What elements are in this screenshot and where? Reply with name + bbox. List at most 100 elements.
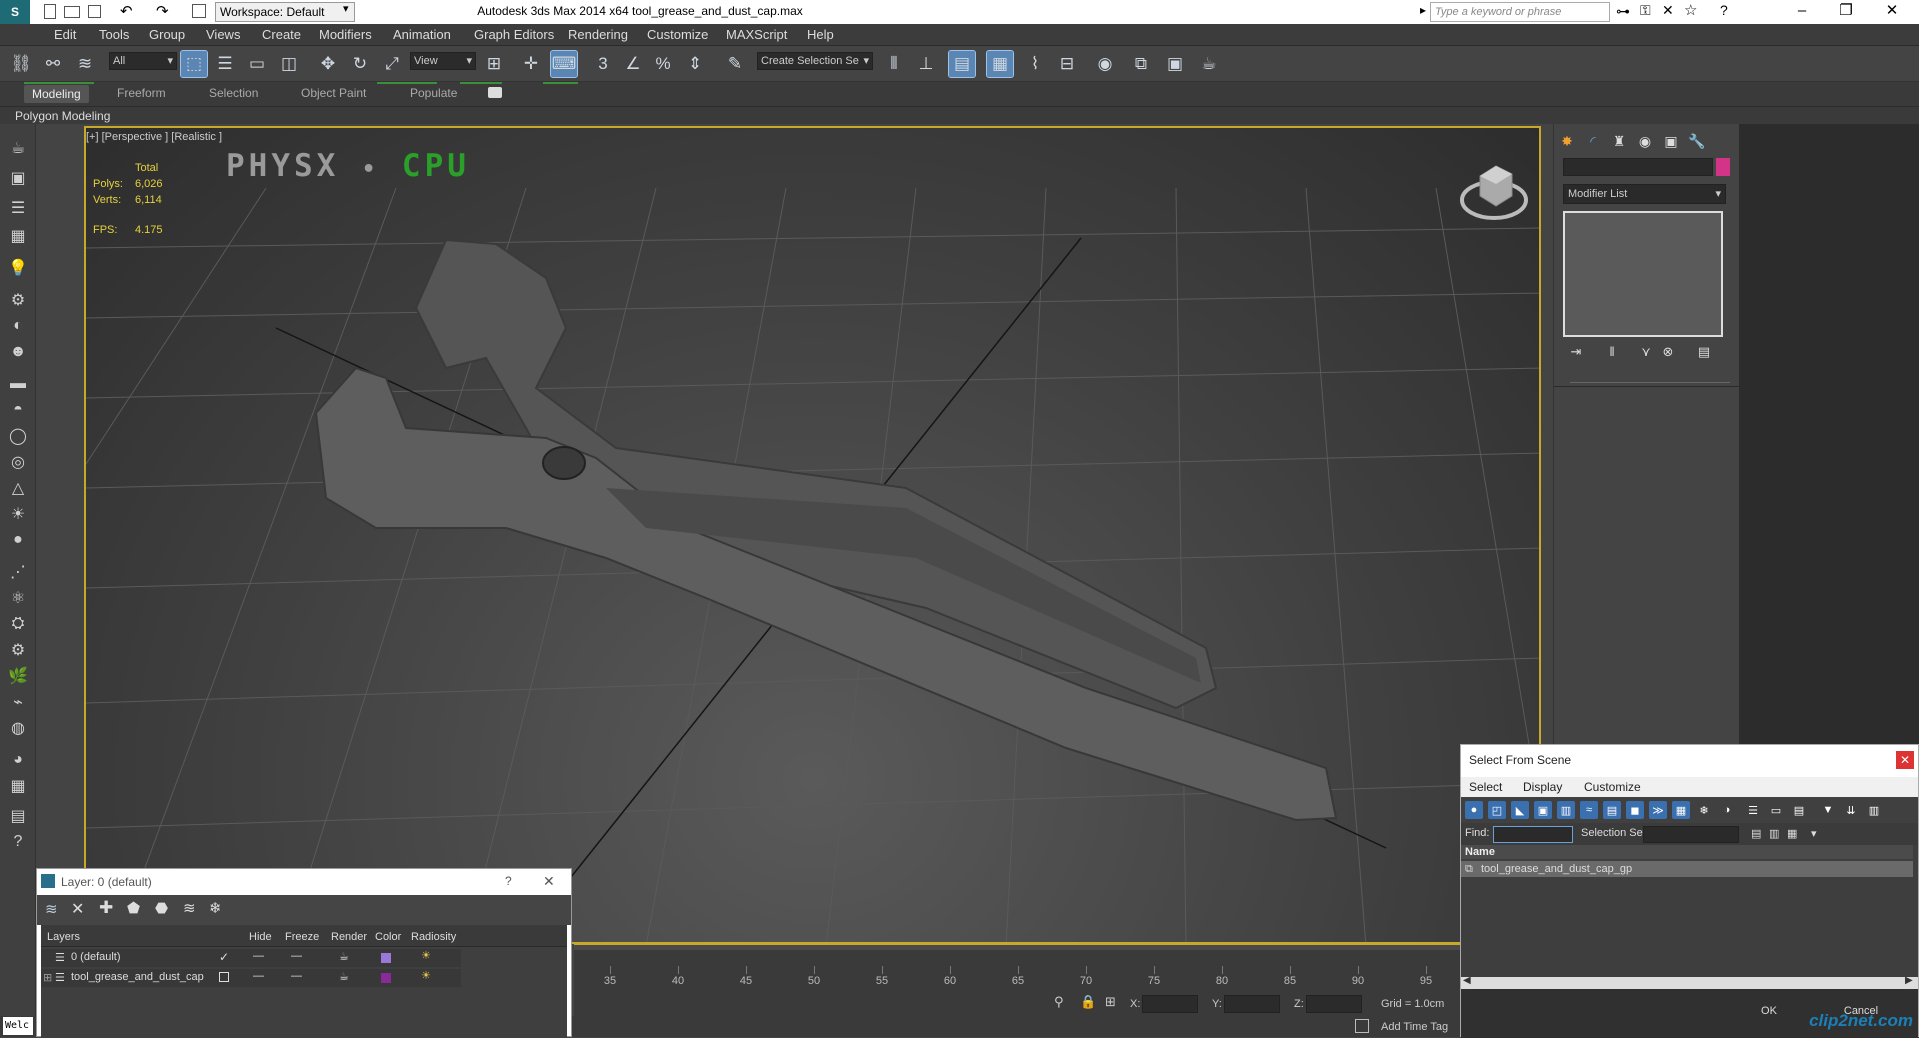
hide-all-icon[interactable]: ≋	[183, 899, 196, 917]
rect-selection-icon[interactable]: ▭	[244, 51, 270, 77]
motion-tab-icon[interactable]: ◉	[1634, 130, 1656, 152]
lock-icon[interactable]: 🔒	[1080, 994, 1096, 1010]
sphere-icon[interactable]: ◯	[6, 424, 30, 448]
render-production-icon[interactable]: ☕	[1196, 51, 1222, 77]
menu-create[interactable]: Create	[262, 27, 301, 42]
close-window-button[interactable]: ✕	[1872, 0, 1912, 24]
freeze-toggle[interactable]: —	[291, 970, 302, 982]
torus-icon[interactable]: ◎	[6, 450, 30, 474]
layer-color-swatch[interactable]	[381, 973, 391, 983]
wire-sphere-icon[interactable]: ◍	[6, 716, 30, 740]
align-icon[interactable]: ⊥	[913, 51, 939, 77]
layer-close-button[interactable]: ✕	[543, 873, 555, 890]
modifier-list-dropdown[interactable]: Modifier List	[1563, 184, 1726, 204]
time-tag-icon[interactable]	[1355, 1019, 1369, 1033]
expand-icon[interactable]: ⊞	[43, 971, 52, 984]
time-slider[interactable]	[574, 944, 1461, 950]
highlight-layer-icon[interactable]: ⬣	[155, 899, 168, 917]
radiosity-icon[interactable]: ☀	[421, 949, 431, 962]
freeze-toggle[interactable]: —	[291, 950, 302, 962]
rollout-icon[interactable]: ▣	[6, 166, 30, 190]
display-containers-icon[interactable]: ▦	[1672, 801, 1690, 819]
list-item[interactable]: ⧉ tool_grease_and_dust_cap_gp	[1461, 861, 1913, 877]
sfs-menu-customize[interactable]: Customize	[1584, 780, 1641, 794]
people-icon[interactable]: ☻	[6, 340, 30, 364]
hp-icon[interactable]: ⌁	[6, 690, 30, 714]
tab-selection[interactable]: Selection	[209, 86, 258, 100]
freeze-all-icon[interactable]: ❄	[209, 899, 222, 917]
display-bones-icon[interactable]: ≫	[1649, 801, 1667, 819]
sfs-menu-display[interactable]: Display	[1523, 780, 1562, 794]
display-shapes-icon[interactable]: ◰	[1488, 801, 1506, 819]
menu-edit[interactable]: Edit	[54, 27, 76, 42]
sun-icon[interactable]: ☀	[6, 502, 30, 526]
maxscript-listener[interactable]: Welc	[3, 1017, 33, 1035]
bind-space-warp-icon[interactable]: ≋	[72, 51, 98, 77]
name-column-header[interactable]: Name	[1461, 845, 1913, 859]
display-frozen-icon[interactable]: ❄	[1695, 801, 1713, 819]
mirror-icon[interactable]: ⫴	[881, 51, 907, 77]
object-color-swatch[interactable]	[1716, 158, 1730, 176]
header-render[interactable]: Render	[331, 931, 367, 943]
edit-named-sel-icon[interactable]: ✎	[722, 51, 748, 77]
layer-dialog-titlebar[interactable]: Layer: 0 (default) ? ✕	[37, 869, 571, 895]
display-geometry-icon[interactable]: ●	[1465, 801, 1483, 819]
current-layer-check-icon[interactable]: ✓	[219, 950, 229, 964]
render-teapot-icon[interactable]: ☕	[339, 950, 349, 963]
current-layer-box-icon[interactable]	[219, 972, 229, 982]
header-hide[interactable]: Hide	[249, 931, 272, 943]
hierarchy-icon[interactable]: ▦	[6, 774, 30, 798]
curve-editor-icon[interactable]: ⌇	[1022, 51, 1048, 77]
rotate-icon[interactable]: ↻	[347, 51, 373, 77]
move-icon[interactable]: ✥	[315, 51, 341, 77]
utilities-tab-icon[interactable]: 🔧	[1686, 130, 1708, 152]
hierarchy-tab-icon[interactable]: ♜	[1608, 130, 1630, 152]
add-to-layer-icon[interactable]: ✚	[99, 898, 113, 918]
hemisphere-icon[interactable]: ◓	[6, 398, 30, 422]
display-spacewarps-icon[interactable]: ≈	[1580, 801, 1598, 819]
geosphere-icon[interactable]: ●	[6, 528, 30, 552]
rendered-frame-icon[interactable]: ▣	[1162, 51, 1188, 77]
snaps-toggle-icon[interactable]: 3	[590, 51, 616, 77]
display-lights-icon[interactable]: ◣	[1511, 801, 1529, 819]
exchange-icon[interactable]: ✕	[1662, 2, 1674, 19]
infocenter-arrow-icon[interactable]: ▸	[1420, 3, 1426, 17]
select-all-icon[interactable]: ▭	[1767, 801, 1785, 819]
utilities-icon[interactable]: ▤	[6, 804, 30, 828]
helper-icon[interactable]: ⛭	[6, 612, 30, 636]
menu-customize[interactable]: Customize	[647, 27, 708, 42]
layer-row[interactable]: ⊞ ☰ tool_grease_and_dust_cap — — ☕ ☀	[41, 969, 461, 987]
help-icon[interactable]: ?	[1720, 2, 1728, 18]
material-editor-icon[interactable]: ◉	[1092, 51, 1118, 77]
menu-group[interactable]: Group	[149, 27, 185, 42]
select-manipulate-icon[interactable]: ✛	[518, 51, 544, 77]
z-coordinate-field[interactable]	[1306, 995, 1362, 1013]
hide-toggle[interactable]: —	[253, 950, 264, 962]
layer-manager-icon[interactable]: ▤	[948, 50, 976, 78]
layer-row[interactable]: ☰ 0 (default) ✓ — — ☕ ☀	[41, 949, 461, 967]
y-coordinate-field[interactable]	[1224, 995, 1280, 1013]
menu-views[interactable]: Views	[206, 27, 240, 42]
scene-canvas[interactable]	[86, 128, 1541, 944]
percent-snap-icon[interactable]: %	[650, 51, 676, 77]
scale-icon[interactable]: ⤢	[379, 51, 405, 77]
ribbon-toggle-icon[interactable]	[488, 87, 502, 98]
key-icon[interactable]: ⚿	[1640, 2, 1651, 19]
tab-populate[interactable]: Populate	[410, 86, 457, 100]
render-setup-icon[interactable]: ⧉	[1128, 51, 1154, 77]
pin-stack-icon[interactable]: ⇥	[1566, 344, 1586, 362]
render-teapot-icon[interactable]: ☕	[339, 970, 349, 983]
camera-icon[interactable]: ⚙	[6, 288, 30, 312]
reference-coord-dropdown[interactable]: View	[410, 52, 476, 70]
more-options-icon[interactable]: ▾	[1811, 827, 1817, 840]
find-input[interactable]	[1493, 826, 1573, 843]
selection-set-dropdown[interactable]	[1643, 826, 1739, 843]
display-icon[interactable]: ◕	[6, 748, 30, 772]
list-icon[interactable]: ☰	[6, 196, 30, 220]
named-selection-sets-dropdown[interactable]: Create Selection Se	[757, 52, 873, 70]
box-icon[interactable]: ▬	[6, 372, 30, 396]
modify-tab-icon[interactable]: ◜	[1582, 130, 1604, 152]
hide-toggle[interactable]: —	[253, 970, 264, 982]
search-input[interactable]: Type a keyword or phrase	[1430, 2, 1610, 22]
remove-modifier-icon[interactable]: ⊗	[1658, 344, 1678, 362]
